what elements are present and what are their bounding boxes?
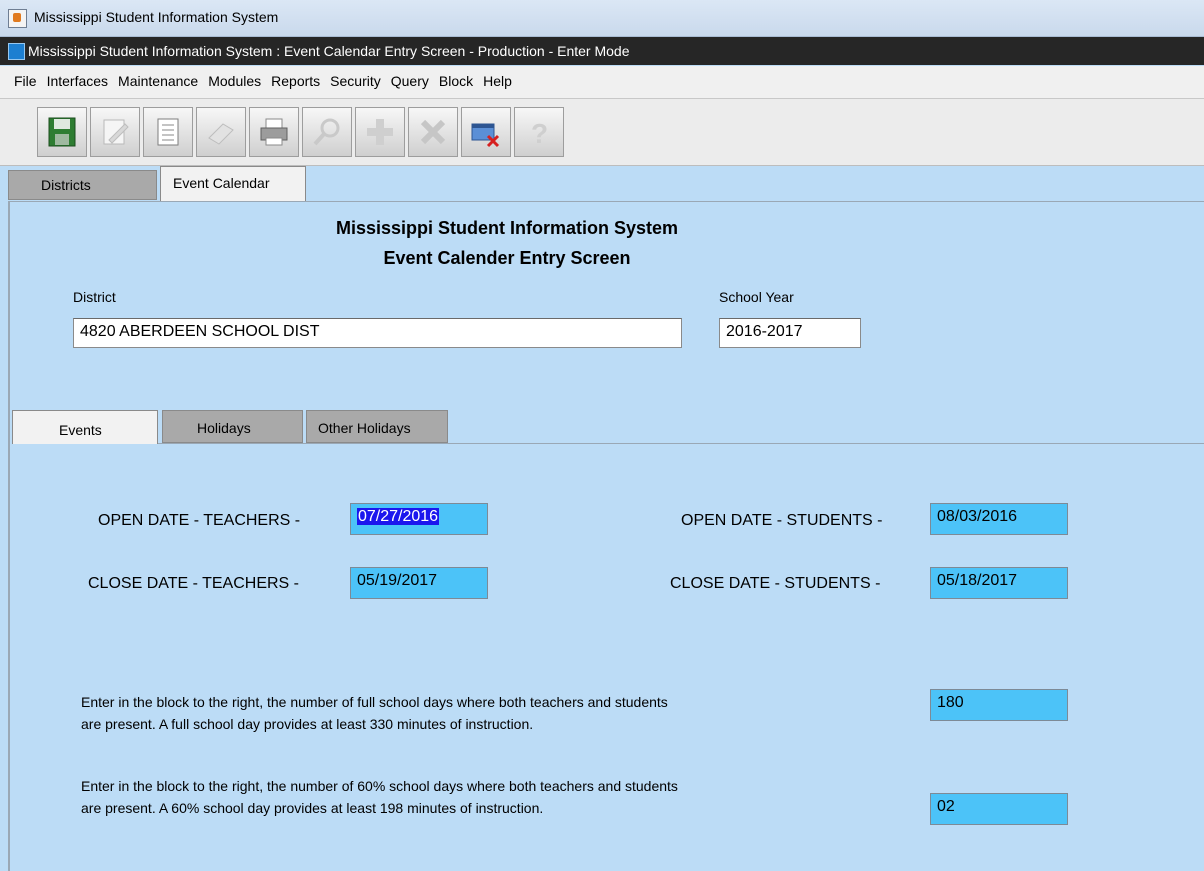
menu-bar: File Interfaces Maintenance Modules Repo… — [0, 66, 1204, 99]
subtab-divider — [12, 443, 1204, 444]
open-date-teachers-value: 07/27/2016 — [357, 508, 440, 525]
svg-text:?: ? — [531, 118, 548, 148]
form-title: Mississippi Student Information System :… — [28, 43, 630, 59]
full-days-field[interactable]: 180 — [930, 689, 1068, 721]
eraser-icon — [208, 123, 234, 145]
school-year-label: School Year — [719, 289, 794, 305]
exit-icon — [471, 123, 500, 148]
subtab-holidays-label: Holidays — [197, 420, 251, 436]
add-icon — [367, 119, 393, 145]
school-year-field[interactable]: 2016-2017 — [719, 318, 861, 348]
subtab-holidays[interactable]: Holidays — [162, 410, 303, 443]
menu-reports[interactable]: Reports — [271, 73, 320, 89]
screen-subheading: Event Calender Entry Screen — [383, 248, 631, 268]
window-title-bar: Mississippi Student Information System — [0, 0, 1204, 37]
subtab-events-label: Events — [59, 422, 102, 438]
pct-days-line-1: Enter in the block to the right, the num… — [81, 778, 678, 794]
pct-days-instructions: Enter in the block to the right, the num… — [81, 775, 678, 819]
document-button[interactable] — [143, 107, 193, 157]
menu-modules[interactable]: Modules — [208, 73, 261, 89]
menu-maintenance[interactable]: Maintenance — [118, 73, 198, 89]
district-field[interactable]: 4820 ABERDEEN SCHOOL DIST — [73, 318, 682, 348]
edit-button[interactable] — [90, 107, 140, 157]
exit-button[interactable] — [461, 107, 511, 157]
full-days-line-1: Enter in the block to the right, the num… — [81, 694, 668, 710]
save-icon — [48, 117, 76, 147]
open-date-students-field[interactable]: 08/03/2016 — [930, 503, 1068, 535]
close-date-teachers-field[interactable]: 05/19/2017 — [350, 567, 488, 599]
save-button[interactable] — [37, 107, 87, 157]
close-date-teachers-label: CLOSE DATE - TEACHERS - — [88, 575, 299, 592]
menu-interfaces[interactable]: Interfaces — [47, 73, 108, 89]
delete-button[interactable] — [408, 107, 458, 157]
pct-days-line-2: are present. A 60% school day provides a… — [81, 800, 544, 816]
close-date-students-label: CLOSE DATE - STUDENTS - — [670, 575, 881, 592]
form-icon — [8, 43, 25, 60]
search-icon — [313, 118, 340, 146]
help-icon: ? — [531, 118, 548, 148]
print-button[interactable] — [249, 107, 299, 157]
menu-help[interactable]: Help — [483, 73, 512, 89]
help-button[interactable]: ? — [514, 107, 564, 157]
pct-days-field[interactable]: 02 — [930, 793, 1068, 825]
open-date-teachers-field[interactable]: 07/27/2016 — [350, 503, 488, 535]
open-date-teachers-label: OPEN DATE - TEACHERS - — [98, 512, 301, 529]
delete-icon — [420, 119, 446, 145]
add-button[interactable] — [355, 107, 405, 157]
close-date-students-field[interactable]: 05/18/2017 — [930, 567, 1068, 599]
outer-tab-bar: Districts Event Calendar — [0, 166, 1204, 202]
window-title: Mississippi Student Information System — [34, 9, 279, 25]
full-days-instructions: Enter in the block to the right, the num… — [81, 691, 668, 735]
open-date-students-label: OPEN DATE - STUDENTS - — [681, 512, 883, 529]
menu-block[interactable]: Block — [439, 73, 473, 89]
tab-divider — [8, 201, 1204, 202]
tab-districts-label: Districts — [41, 177, 91, 193]
form-title-bar: Mississippi Student Information System :… — [0, 37, 1204, 65]
document-icon — [157, 118, 179, 146]
print-icon — [260, 118, 288, 146]
panel-left-border — [8, 201, 10, 871]
tab-event-calendar[interactable]: Event Calendar — [160, 166, 306, 202]
full-days-line-2: are present. A full school day provides … — [81, 716, 534, 732]
menu-file[interactable]: File — [14, 73, 37, 89]
tab-districts[interactable]: Districts — [8, 170, 157, 200]
search-button[interactable] — [302, 107, 352, 157]
subtab-events[interactable]: Events — [12, 410, 158, 444]
subtab-other-holidays-label: Other Holidays — [318, 420, 411, 436]
screen-heading: Mississippi Student Information System — [335, 218, 679, 238]
tab-event-calendar-label: Event Calendar — [173, 175, 270, 191]
java-icon — [8, 9, 27, 28]
district-label: District — [73, 289, 116, 305]
subtab-other-holidays[interactable]: Other Holidays — [306, 410, 448, 443]
menu-query[interactable]: Query — [391, 73, 429, 89]
menu-security[interactable]: Security — [330, 73, 381, 89]
edit-icon — [103, 119, 129, 145]
eraser-button[interactable] — [196, 107, 246, 157]
toolbar: ? — [0, 99, 1204, 166]
